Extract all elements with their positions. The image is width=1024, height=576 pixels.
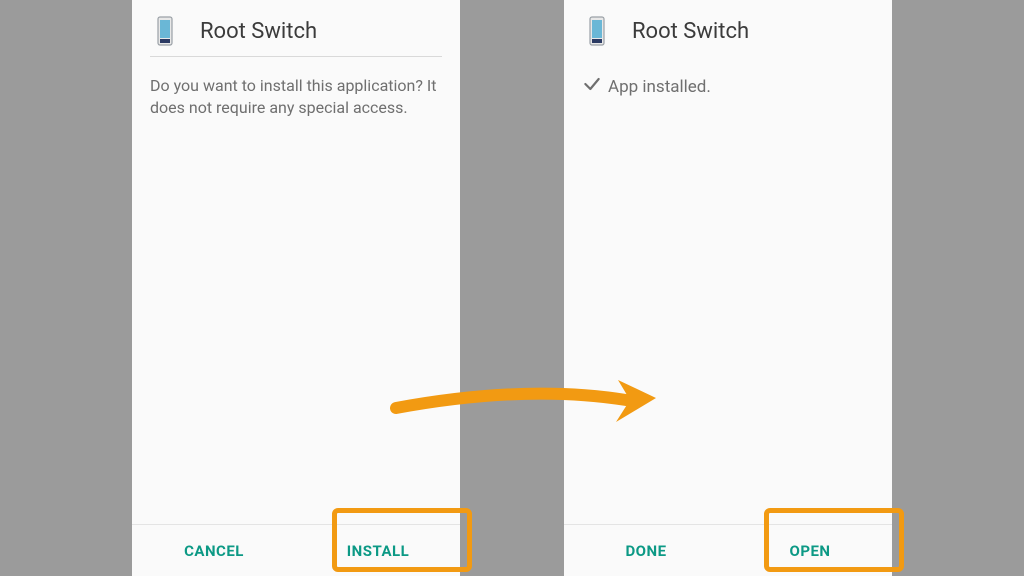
installed-status-row: App installed. bbox=[582, 74, 874, 101]
button-bar: CANCEL INSTALL bbox=[132, 524, 460, 576]
app-title: Root Switch bbox=[632, 19, 749, 44]
install-prompt-text: Do you want to install this application?… bbox=[150, 75, 442, 118]
app-title: Root Switch bbox=[200, 19, 317, 44]
check-icon bbox=[582, 74, 602, 101]
app-icon bbox=[150, 16, 180, 46]
app-icon bbox=[582, 16, 612, 46]
installed-status-text: App installed. bbox=[608, 76, 711, 99]
app-header: Root Switch bbox=[132, 0, 460, 56]
done-button[interactable]: DONE bbox=[564, 525, 728, 576]
install-prompt-screen: Root Switch Do you want to install this … bbox=[132, 0, 460, 576]
open-button[interactable]: OPEN bbox=[728, 525, 892, 576]
app-header: Root Switch bbox=[564, 0, 892, 56]
install-prompt-body: Do you want to install this application?… bbox=[132, 57, 460, 524]
install-button[interactable]: INSTALL bbox=[296, 525, 460, 576]
install-complete-body: App installed. bbox=[564, 56, 892, 524]
cancel-button[interactable]: CANCEL bbox=[132, 525, 296, 576]
button-bar: DONE OPEN bbox=[564, 524, 892, 576]
install-complete-screen: Root Switch App installed. DONE OPEN bbox=[564, 0, 892, 576]
